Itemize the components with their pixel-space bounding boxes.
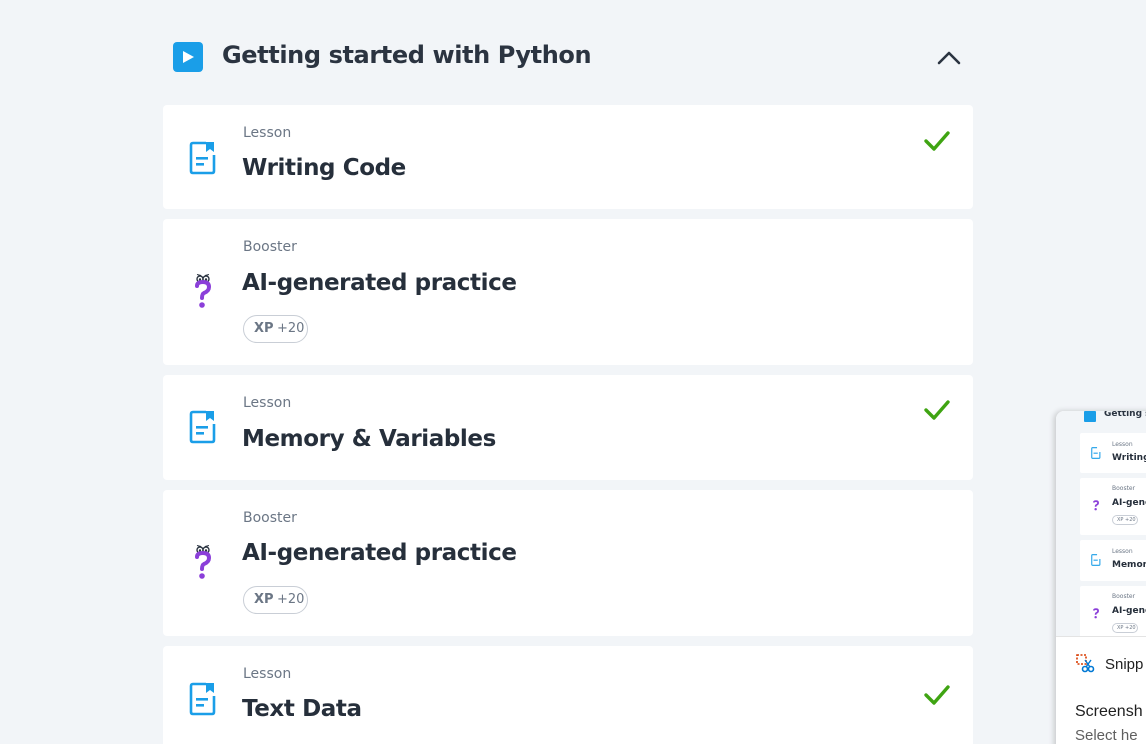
thumbnail-card: Lesson Writing [1080,433,1146,473]
snip-app-info[interactable]: Snipp Screensh Select he [1056,636,1146,744]
thumbnail-title: AI-gene [1112,606,1146,616]
play-icon [1084,411,1096,422]
check-icon [923,399,951,425]
item-kind-label: Booster [243,510,297,526]
thumbnail-title: AI-gene [1112,498,1146,508]
booster-card-ai-practice[interactable]: Booster AI-generated practice XP +20 [163,219,973,365]
lesson-document-icon [1091,447,1101,459]
item-kind-label: Lesson [243,666,292,682]
question-mark-character-icon [1093,500,1099,511]
thumbnail-xp: XP +20 [1112,515,1138,525]
item-title: Text Data [242,696,362,722]
snipping-tool-icon [1076,654,1096,678]
check-icon [923,684,951,710]
notification-subtext: Select he [1075,727,1138,744]
notification-heading: Screensh [1075,703,1143,720]
lesson-document-icon [189,141,217,179]
item-title: Memory & Variables [242,426,496,452]
thumbnail-card: Lesson Memory [1080,540,1146,581]
item-kind-label: Lesson [243,125,292,141]
chevron-up-icon[interactable] [935,45,963,71]
thumbnail-title: Writing [1112,453,1146,463]
lesson-card-writing-code[interactable]: Lesson Writing Code [163,105,973,209]
xp-badge: XP +20 [243,586,308,614]
section-title: Getting started with Python [222,41,592,69]
lesson-card-text-data[interactable]: Lesson Text Data [163,646,973,744]
xp-value: +20 [277,592,305,607]
check-icon [923,130,951,156]
question-mark-character-icon [189,544,217,588]
thumbnail-kind: Lesson [1112,441,1133,448]
thumbnail-title: Memory [1112,560,1146,570]
booster-card-ai-practice[interactable]: Booster AI-generated practice XP +20 [163,490,973,636]
question-mark-character-icon [189,273,217,317]
app-name: Snipp [1105,656,1144,673]
question-mark-character-icon [1093,608,1099,619]
xp-badge: XP +20 [243,315,308,343]
thumbnail-kind: Booster [1112,593,1136,600]
thumbnail-card: Booster AI-gene XP +20 [1080,478,1146,535]
section-header[interactable]: Getting started with Python [163,32,973,82]
xp-value: +20 [277,321,305,336]
screenshot-thumbnail[interactable]: Getting st Lesson Writing Booster AI-gen… [1056,411,1146,636]
snip-notification[interactable]: Getting st Lesson Writing Booster AI-gen… [1056,411,1146,744]
lesson-document-icon [1091,554,1101,566]
item-title: AI-generated practice [242,540,517,566]
lesson-card-memory-variables[interactable]: Lesson Memory & Variables [163,375,973,480]
thumbnail-card: Booster AI-gene XP +20 [1080,586,1146,636]
item-kind-label: Lesson [243,395,292,411]
xp-label: XP [254,592,274,607]
thumbnail-xp: XP +20 [1112,623,1138,633]
item-title: Writing Code [242,155,406,181]
item-title: AI-generated practice [242,270,517,296]
lesson-document-icon [189,682,217,720]
xp-label: XP [254,321,274,336]
lesson-document-icon [189,410,217,448]
play-icon [173,42,203,72]
thumbnail-kind: Lesson [1112,548,1133,555]
thumbnail-kind: Booster [1112,485,1136,492]
thumbnail-header-title: Getting st [1104,411,1146,419]
item-kind-label: Booster [243,239,297,255]
